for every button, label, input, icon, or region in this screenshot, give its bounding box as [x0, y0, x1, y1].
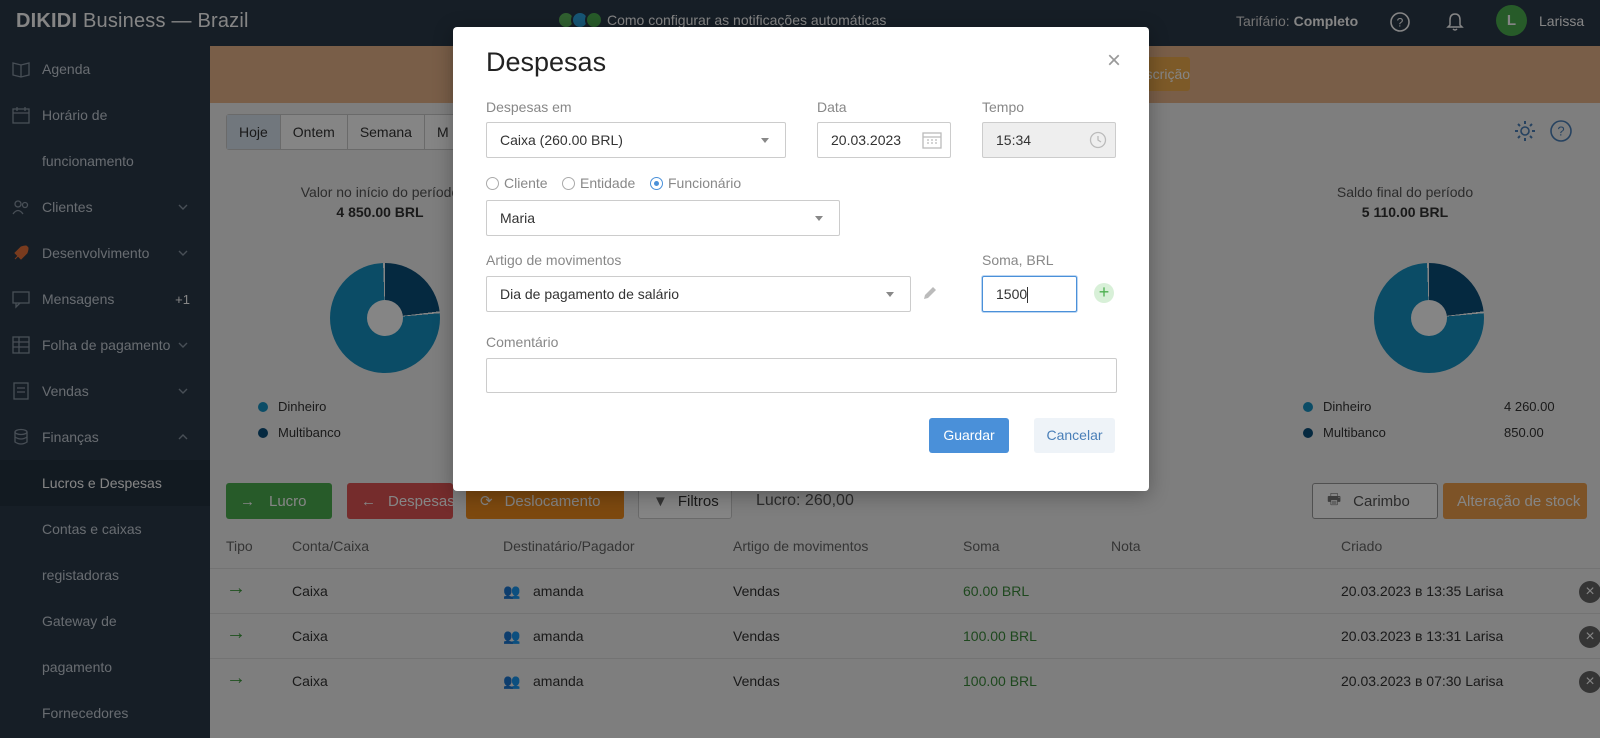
account-select[interactable]: Caixa (260.00 BRL)	[486, 122, 786, 158]
employee-select[interactable]: Maria	[486, 200, 840, 236]
time-field[interactable]: 15:34	[982, 122, 1116, 158]
radio-cliente[interactable]: Cliente	[486, 175, 548, 191]
clock-icon	[1089, 131, 1107, 149]
chevron-down-icon	[815, 216, 823, 221]
radio-funcionario[interactable]: Funcionário	[650, 175, 741, 191]
save-button[interactable]: Guardar	[929, 418, 1009, 453]
date-field-value: 20.03.2023	[831, 132, 902, 148]
category-select[interactable]: Dia de pagamento de salário	[486, 276, 911, 312]
comment-input[interactable]	[486, 358, 1117, 393]
text-caret	[1027, 287, 1029, 304]
time-label: Tempo	[982, 99, 1025, 115]
employee-select-value: Maria	[500, 210, 536, 226]
radio-entidade[interactable]: Entidade	[562, 175, 635, 191]
pencil-icon[interactable]	[921, 284, 939, 302]
radio-label: Cliente	[504, 175, 548, 191]
comment-label: Comentário	[486, 334, 559, 350]
date-field[interactable]: 20.03.2023	[817, 122, 951, 158]
amount-label: Soma, BRL	[982, 252, 1054, 268]
time-field-value: 15:34	[996, 132, 1032, 148]
chevron-down-icon	[761, 138, 769, 143]
account-select-value: Caixa (260.00 BRL)	[500, 132, 623, 148]
radio-circle	[562, 176, 575, 190]
amount-input-value: 1500	[996, 286, 1028, 302]
calendar-icon[interactable]	[922, 131, 942, 149]
radio-circle	[486, 176, 499, 190]
expense-modal: Despesas × Despesas em Caixa (260.00 BRL…	[453, 27, 1149, 491]
radio-label: Funcionário	[668, 175, 742, 191]
amount-input[interactable]: 1500	[982, 276, 1077, 312]
account-label: Despesas em	[486, 99, 572, 115]
category-label: Artigo de movimentos	[486, 252, 622, 268]
close-icon[interactable]: ×	[1107, 49, 1121, 73]
category-select-value: Dia de pagamento de salário	[500, 286, 680, 302]
modal-title: Despesas	[486, 47, 607, 77]
radio-circle-selected	[650, 176, 663, 190]
add-amount-icon[interactable]: +	[1094, 283, 1114, 303]
chevron-down-icon	[886, 292, 894, 297]
cancel-button[interactable]: Cancelar	[1034, 418, 1115, 453]
radio-label: Entidade	[580, 175, 636, 191]
date-label: Data	[817, 99, 847, 115]
